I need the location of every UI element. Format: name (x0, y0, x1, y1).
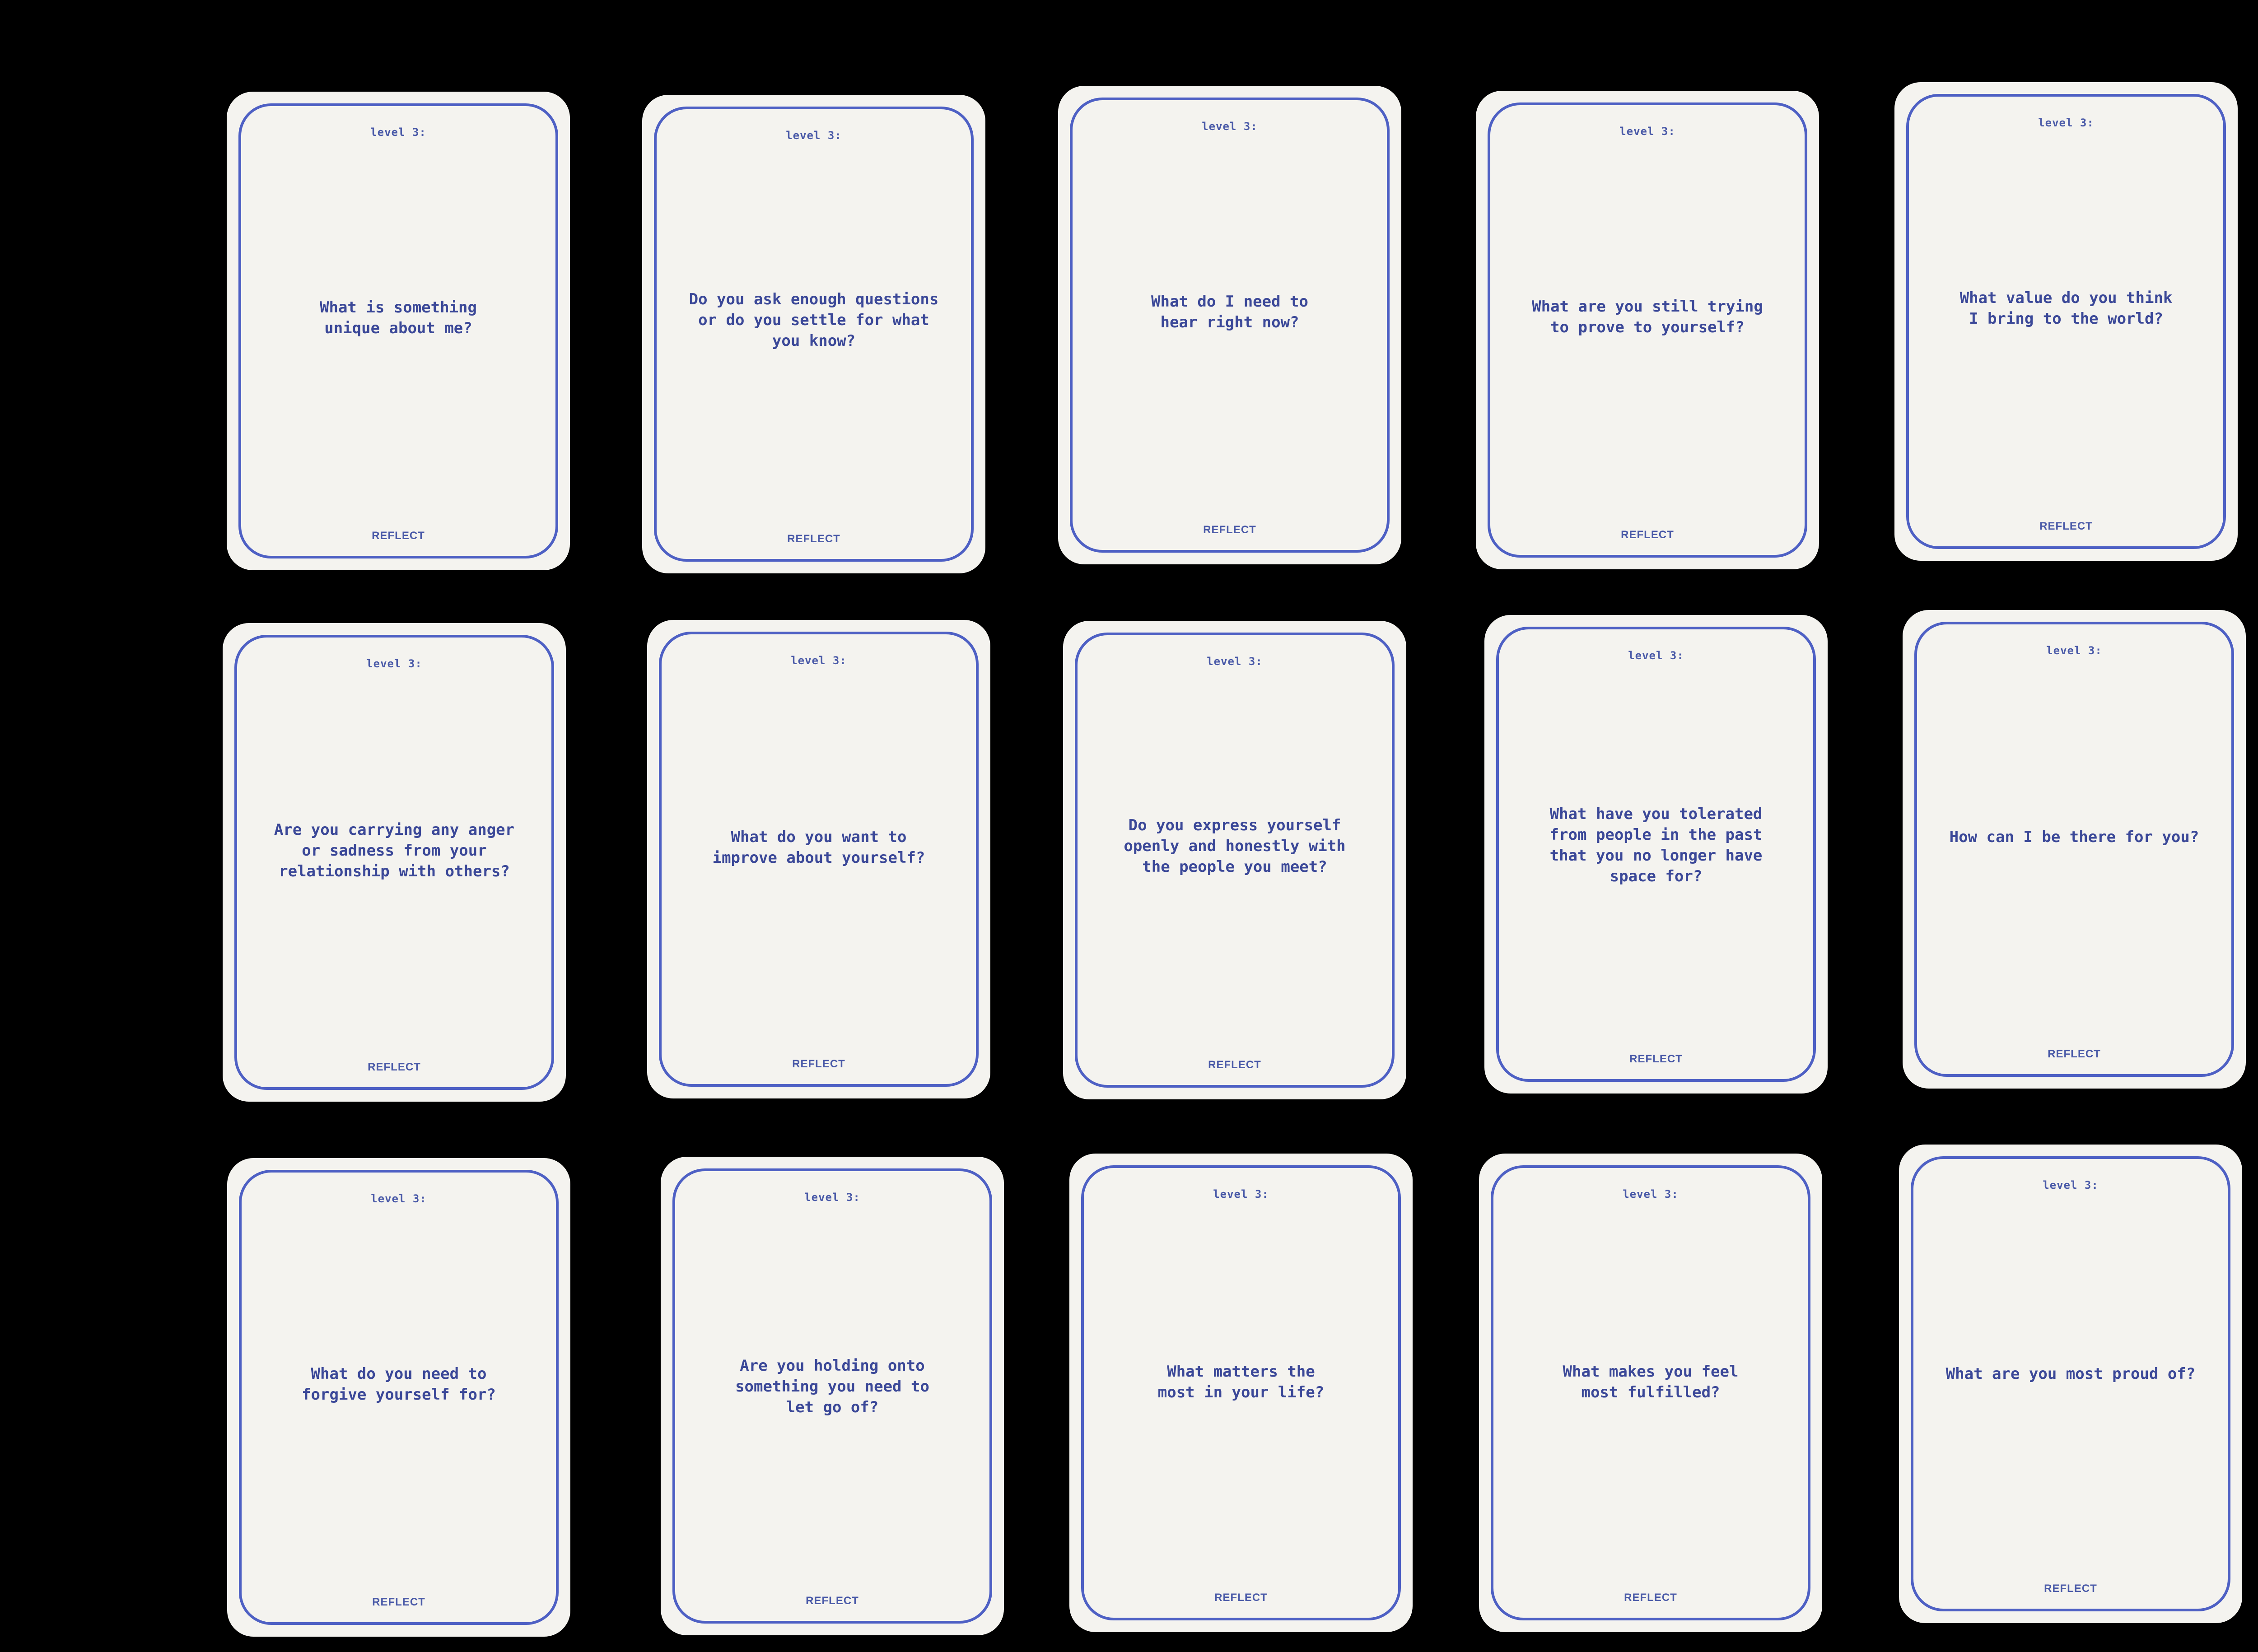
question-card[interactable]: level 3: What makes you feel most fulfil… (1479, 1154, 1822, 1632)
card-question: Do you express yourself openly and hones… (1124, 816, 1346, 876)
question-card[interactable]: level 3: What are you most proud of? REF… (1899, 1145, 2242, 1623)
question-card[interactable]: level 3: What is something unique about … (227, 92, 570, 570)
card-level-label: level 3: (2046, 644, 2102, 657)
card-footer-label: REFLECT (1629, 1053, 1683, 1065)
card-level-label: level 3: (370, 126, 426, 139)
card-footer-label: REFLECT (806, 1595, 859, 1607)
card-question: Are you carrying any anger or sadness fr… (274, 821, 515, 880)
question-card[interactable]: level 3: Do you express yourself openly … (1063, 621, 1406, 1099)
card-question: What makes you feel most fulfilled? (1563, 1363, 1739, 1401)
question-card[interactable]: level 3: Are you carrying any anger or s… (223, 623, 566, 1102)
card-level-label: level 3: (1628, 649, 1684, 662)
card-question: What value do you think I bring to the w… (1959, 289, 2173, 328)
scan-background: level 3: What is something unique about … (0, 0, 2258, 1652)
card-footer-label: REFLECT (2039, 520, 2093, 532)
question-card[interactable]: level 3: What matters the most in your l… (1069, 1154, 1413, 1632)
card-footer-label: REFLECT (1621, 529, 1674, 541)
card-question: What are you still trying to prove to yo… (1532, 298, 1763, 336)
card-footer-label: REFLECT (1214, 1592, 1268, 1604)
card-question: What do I need to hear right now? (1151, 293, 1308, 331)
card-level-label: level 3: (371, 1192, 427, 1205)
card-level-label: level 3: (1619, 125, 1675, 138)
question-card[interactable]: level 3: What do you want to improve abo… (647, 620, 990, 1098)
card-question: How can I be there for you? (1949, 828, 2199, 846)
card-footer-label: REFLECT (372, 530, 425, 542)
card-question: What do you need to forgive yourself for… (302, 1365, 496, 1404)
card-level-label: level 3: (1202, 120, 1258, 133)
card-footer-label: REFLECT (2048, 1048, 2101, 1060)
card-level-label: level 3: (1207, 655, 1263, 668)
card-level-label: level 3: (2043, 1179, 2099, 1191)
question-card[interactable]: level 3: What are you still trying to pr… (1476, 91, 1819, 569)
question-card[interactable]: level 3: Are you holding onto something … (661, 1157, 1004, 1635)
card-question: What are you most proud of? (1945, 1365, 2196, 1383)
card-footer-label: REFLECT (1203, 524, 1256, 536)
card-question: What do you want to improve about yourse… (712, 828, 925, 867)
card-level-label: level 3: (1623, 1188, 1679, 1201)
card-footer-label: REFLECT (1624, 1592, 1677, 1604)
card-footer-label: REFLECT (787, 533, 840, 545)
question-card[interactable]: level 3: How can I be there for you? REF… (1903, 610, 2246, 1089)
card-level-label: level 3: (1213, 1188, 1269, 1201)
card-level-label: level 3: (804, 1191, 860, 1204)
card-level-label: level 3: (366, 657, 422, 670)
question-card[interactable]: level 3: What do I need to hear right no… (1058, 86, 1401, 564)
card-footer-label: REFLECT (368, 1061, 421, 1073)
card-level-label: level 3: (786, 129, 842, 142)
card-footer-label: REFLECT (1208, 1059, 1261, 1071)
card-border (1914, 622, 2234, 1077)
card-footer-label: REFLECT (372, 1596, 425, 1608)
question-card[interactable]: level 3: What do you need to forgive you… (227, 1158, 570, 1637)
card-level-label: level 3: (2038, 116, 2094, 129)
question-card[interactable]: level 3: What value do you think I bring… (1894, 82, 2238, 561)
card-question: What matters the most in your life? (1157, 1363, 1325, 1401)
card-footer-label: REFLECT (2044, 1582, 2097, 1595)
card-footer-label: REFLECT (792, 1058, 845, 1070)
question-card[interactable]: level 3: What have you tolerated from pe… (1484, 615, 1828, 1094)
card-question: What is something unique about me? (320, 298, 477, 337)
question-card[interactable]: level 3: Do you ask enough questions or … (642, 95, 985, 573)
card-level-label: level 3: (791, 654, 847, 667)
card-question: Are you holding onto something you need … (735, 1357, 929, 1416)
card-question: Do you ask enough questions or do you se… (689, 290, 939, 350)
card-question: What have you tolerated from people in t… (1549, 805, 1763, 885)
